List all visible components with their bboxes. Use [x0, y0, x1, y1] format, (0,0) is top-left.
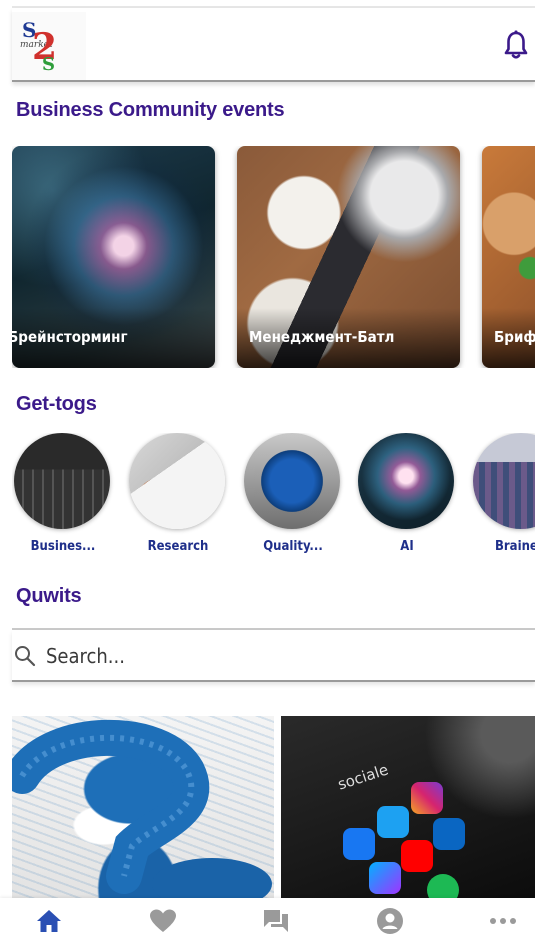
tog-label: Quality... — [263, 539, 323, 554]
tog-item[interactable]: Braines — [473, 433, 535, 554]
togs-carousel[interactable]: Busines... Research Quality... AI Braine… — [12, 433, 535, 563]
chat-icon[interactable] — [261, 906, 291, 936]
heart-icon[interactable] — [148, 906, 178, 936]
linkedin-icon — [433, 818, 465, 850]
instagram-icon — [411, 782, 443, 814]
event-card[interactable]: Бриф- — [482, 146, 535, 368]
facebook-icon — [343, 828, 375, 860]
bottom-navigation — [0, 898, 535, 940]
quwit-caption: sociale — [335, 760, 391, 794]
tog-label: Busines... — [30, 539, 96, 554]
search-icon — [14, 645, 36, 667]
spotify-icon — [427, 874, 459, 898]
tog-label: Braines — [495, 539, 535, 554]
messenger-icon — [369, 862, 401, 894]
tog-image — [358, 433, 454, 529]
event-label: Брейнсторминг — [12, 328, 128, 346]
event-label: Менеджмент-Батл — [249, 328, 395, 346]
twitter-icon — [377, 806, 409, 838]
more-icon[interactable] — [488, 906, 518, 936]
event-card[interactable]: Менеджмент-Батл — [237, 146, 460, 368]
events-section-title: Business Community events — [16, 99, 285, 121]
quwit-card[interactable]: sociale — [281, 716, 535, 898]
bell-icon[interactable] — [503, 30, 529, 60]
question-mark-image — [12, 719, 272, 898]
tog-item[interactable]: Busines... — [14, 433, 112, 554]
search-input[interactable] — [46, 640, 466, 672]
togs-section-title: Get-togs — [16, 393, 97, 415]
quwits-section-title: Quwits — [16, 585, 82, 607]
home-icon[interactable] — [34, 906, 64, 936]
search-bar — [12, 630, 535, 682]
tog-item[interactable]: Research — [129, 433, 227, 554]
tog-image — [14, 433, 110, 529]
tog-image — [129, 433, 225, 529]
tog-item[interactable]: Quality... — [244, 433, 342, 554]
app-header: S market 2 S — [12, 8, 535, 82]
logo-letter-s-green: S — [42, 54, 55, 75]
event-label: Бриф- — [494, 328, 535, 346]
events-carousel[interactable]: Брейнсторминг Менеджмент-Батл Бриф- — [12, 146, 535, 368]
event-card[interactable]: Брейнсторминг — [12, 146, 215, 368]
tog-image — [473, 433, 535, 529]
app-logo[interactable]: S market 2 S — [12, 12, 86, 80]
profile-icon[interactable] — [375, 906, 405, 936]
tog-image — [244, 433, 340, 529]
quwit-card[interactable] — [12, 716, 274, 898]
tog-label: AI — [400, 539, 414, 554]
tog-label: Research — [147, 539, 209, 554]
youtube-icon — [401, 840, 433, 872]
tog-item[interactable]: AI — [358, 433, 456, 554]
